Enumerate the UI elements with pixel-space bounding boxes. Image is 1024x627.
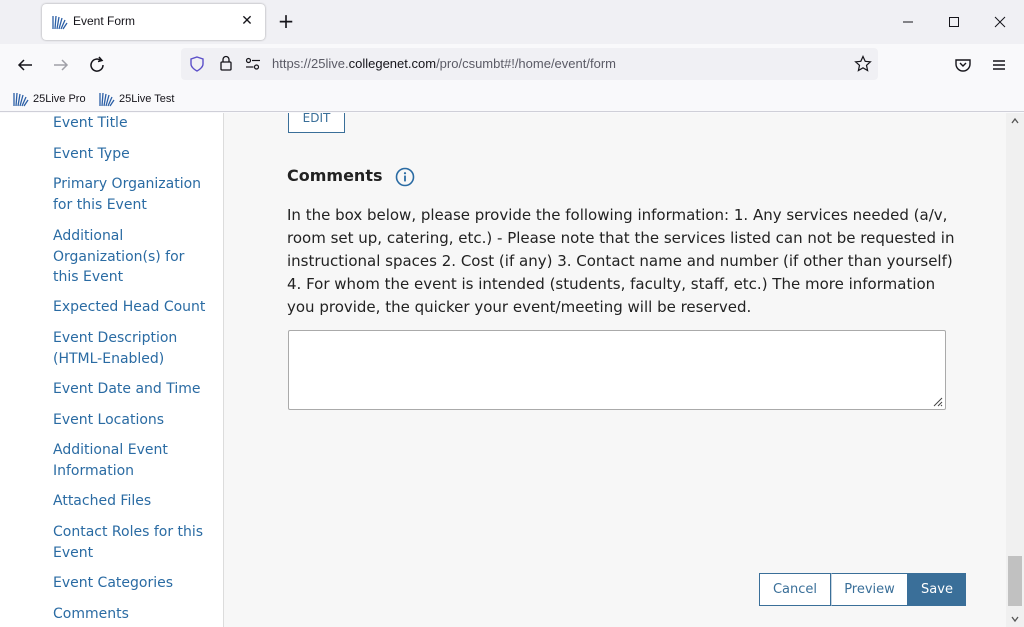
address-bar[interactable]: https://25live.collegenet.com/pro/csumbt… [181, 48, 878, 80]
form-actions: Cancel Preview Save [759, 573, 966, 606]
edit-button[interactable]: EDIT [288, 113, 345, 133]
sidebar-item-attached-files[interactable]: Attached Files [53, 491, 213, 512]
sidebar-item-event-description[interactable]: Event Description (HTML-Enabled) [53, 328, 213, 369]
preview-button[interactable]: Preview [831, 573, 908, 606]
form-main: EDIT Comments In the box below, please p… [224, 113, 1006, 627]
page-content: Event Title Event Type Primary Organizat… [0, 113, 1024, 627]
minimize-icon[interactable] [896, 10, 920, 34]
sidebar-item-event-categories[interactable]: Event Categories [53, 573, 213, 594]
sidebar-item-event-date-time[interactable]: Event Date and Time [53, 379, 213, 400]
navigation-toolbar: https://25live.collegenet.com/pro/csumbt… [0, 44, 1024, 86]
bookmark-25live-test[interactable]: 25Live Test [99, 90, 174, 108]
25live-logo-icon [52, 14, 68, 30]
sidebar-item-contact-roles[interactable]: Contact Roles for this Event [53, 522, 213, 563]
sidebar-item-additional-organizations[interactable]: Additional Organization(s) for this Even… [53, 226, 213, 288]
cancel-button[interactable]: Cancel [759, 573, 831, 606]
close-tab-icon[interactable]: ✕ [237, 11, 257, 31]
sidebar-item-additional-event-information[interactable]: Additional Event Information [53, 440, 213, 481]
sidebar-item-primary-organization[interactable]: Primary Organization for this Event [53, 174, 213, 215]
tab-strip: Event Form ✕ + [0, 0, 1024, 44]
comments-textarea[interactable] [288, 330, 946, 410]
menu-icon[interactable] [987, 53, 1011, 77]
pocket-icon[interactable] [951, 53, 975, 77]
sidebar-item-comments[interactable]: Comments [53, 604, 213, 625]
scroll-down-arrow-icon[interactable] [1010, 614, 1020, 624]
url-text[interactable]: https://25live.collegenet.com/pro/csumbt… [272, 56, 616, 71]
scrollbar[interactable] [1006, 113, 1024, 627]
permissions-icon[interactable] [245, 57, 261, 71]
lock-icon[interactable] [218, 55, 234, 72]
25live-logo-icon [13, 93, 29, 107]
bookmarks-toolbar: 25Live Pro 25Live Test [0, 86, 1024, 112]
scroll-up-arrow-icon[interactable] [1010, 116, 1020, 126]
forward-arrow-icon[interactable] [49, 53, 73, 77]
browser-tab[interactable]: Event Form ✕ [42, 4, 265, 40]
sidebar-item-event-locations[interactable]: Event Locations [53, 410, 213, 431]
25live-logo-icon [99, 93, 115, 107]
sidebar-item-event-type[interactable]: Event Type [53, 144, 213, 165]
save-button[interactable]: Save [908, 573, 966, 606]
bookmark-25live-pro[interactable]: 25Live Pro [13, 90, 86, 108]
resize-handle-icon[interactable] [931, 395, 943, 407]
close-window-icon[interactable] [988, 10, 1012, 34]
maximize-icon[interactable] [942, 10, 966, 34]
comments-instructions: In the box below, please provide the fol… [287, 206, 955, 316]
reload-icon[interactable] [85, 53, 109, 77]
info-icon[interactable] [395, 167, 415, 187]
scrollbar-thumb[interactable] [1008, 556, 1022, 606]
tab-title: Event Form [73, 14, 136, 28]
form-section-nav: Event Title Event Type Primary Organizat… [0, 113, 224, 627]
sidebar-item-event-title[interactable]: Event Title [53, 113, 213, 134]
shield-icon[interactable] [189, 56, 205, 72]
star-bookmark-icon[interactable] [854, 55, 872, 73]
new-tab-icon[interactable]: + [276, 11, 296, 31]
comments-heading: Comments [287, 166, 383, 185]
sidebar-item-expected-head-count[interactable]: Expected Head Count [53, 297, 213, 318]
back-arrow-icon[interactable] [13, 53, 37, 77]
